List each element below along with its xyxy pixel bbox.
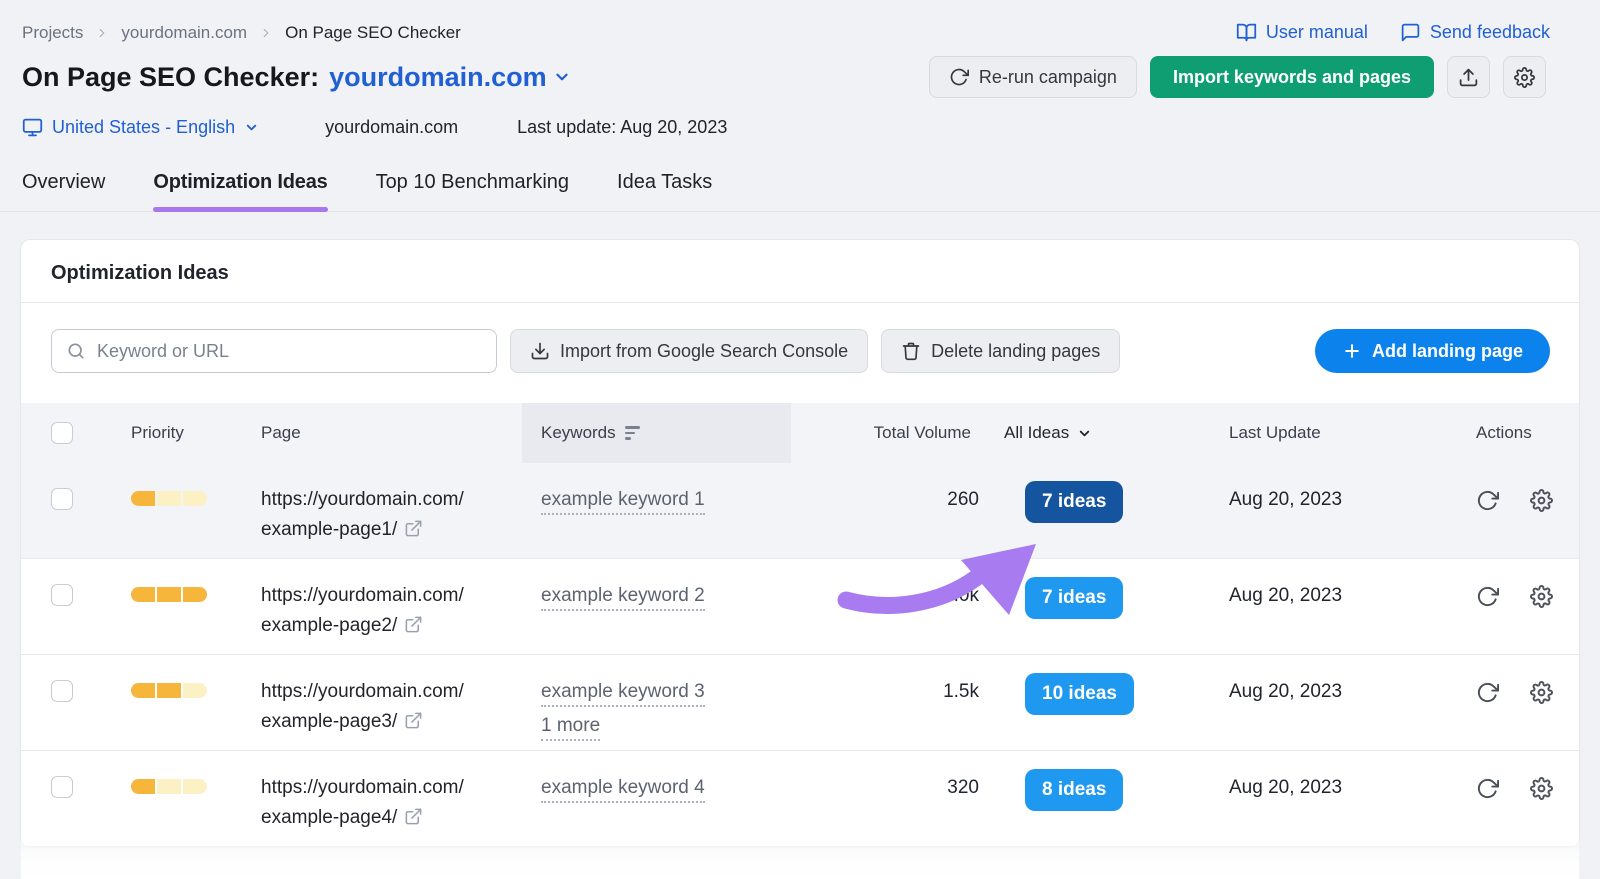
column-total-volume: Total Volume xyxy=(873,423,971,442)
refresh-row-icon[interactable] xyxy=(1476,777,1499,800)
total-volume-value: 1.0k xyxy=(943,585,979,606)
select-all-checkbox[interactable] xyxy=(51,422,73,444)
page-url: https://yourdomain.com/example-page3/ xyxy=(261,681,464,732)
total-volume-value: 1.5k xyxy=(943,681,979,702)
chevron-down-icon xyxy=(1077,426,1092,441)
upload-icon xyxy=(1458,67,1479,88)
row-checkbox[interactable] xyxy=(51,680,73,702)
search-icon xyxy=(66,341,86,361)
ideas-count-button[interactable]: 7 ideas xyxy=(1025,577,1124,619)
trash-icon xyxy=(901,341,921,361)
breadcrumb-separator-icon xyxy=(95,26,109,40)
last-update-value: Aug 20, 2023 xyxy=(1229,681,1343,702)
page-url: https://yourdomain.com/example-page4/ xyxy=(261,777,464,828)
panel-title: Optimization Ideas xyxy=(21,240,1579,303)
external-link-icon[interactable] xyxy=(404,711,423,730)
priority-bar xyxy=(131,587,207,602)
external-link-icon[interactable] xyxy=(404,519,423,538)
import-keywords-button[interactable]: Import keywords and pages xyxy=(1149,56,1434,98)
column-priority: Priority xyxy=(131,423,184,442)
chat-bubble-icon xyxy=(1400,22,1421,43)
plus-icon xyxy=(1342,341,1362,361)
project-domain-dropdown[interactable]: yourdomain.com xyxy=(329,62,571,93)
refresh-row-icon[interactable] xyxy=(1476,681,1499,704)
tab-optimization-ideas[interactable]: Optimization Ideas xyxy=(153,171,328,212)
campaign-domain: yourdomain.com xyxy=(325,117,459,137)
import-gsc-button[interactable]: Import from Google Search Console xyxy=(510,329,869,373)
column-actions: Actions xyxy=(1476,423,1532,442)
campaign-settings-button[interactable] xyxy=(1503,56,1546,98)
priority-bar xyxy=(131,779,207,794)
breadcrumb-separator-icon xyxy=(259,26,273,40)
keyword-link[interactable]: example keyword 2 xyxy=(541,583,705,611)
last-update-value: Aug 20, 2023 xyxy=(1229,585,1343,606)
last-update-text: Last update: Aug 20, 2023 xyxy=(517,117,728,137)
export-button[interactable] xyxy=(1447,56,1490,98)
search-input[interactable] xyxy=(97,340,482,362)
row-settings-gear-icon[interactable] xyxy=(1530,681,1553,704)
ideas-count-button[interactable]: 8 ideas xyxy=(1025,769,1124,811)
book-icon xyxy=(1236,22,1257,43)
row-checkbox[interactable] xyxy=(51,776,73,798)
page-title: On Page SEO Checker: yourdomain.com xyxy=(22,62,571,93)
delete-landing-pages-button[interactable]: Delete landing pages xyxy=(881,329,1121,373)
refresh-row-icon[interactable] xyxy=(1476,585,1499,608)
table-row: https://yourdomain.com/example-page1/ ex… xyxy=(21,463,1579,559)
last-update-value: Aug 20, 2023 xyxy=(1229,489,1343,510)
external-link-icon[interactable] xyxy=(404,615,423,634)
total-volume-value: 260 xyxy=(947,489,979,510)
gear-icon xyxy=(1514,67,1535,88)
ideas-filter-dropdown[interactable]: All Ideas xyxy=(987,403,1219,463)
external-link-icon[interactable] xyxy=(404,807,423,826)
sort-descending-icon xyxy=(624,426,641,440)
send-feedback-link[interactable]: Send feedback xyxy=(1400,22,1550,43)
chevron-down-icon xyxy=(553,68,571,86)
column-last-update: Last Update xyxy=(1229,423,1321,442)
ideas-count-button[interactable]: 10 ideas xyxy=(1025,673,1134,715)
column-keywords[interactable]: Keywords xyxy=(522,403,791,463)
table-header: Priority Page Keywords Total Volume All … xyxy=(21,403,1579,463)
priority-bar xyxy=(131,491,207,506)
row-settings-gear-icon[interactable] xyxy=(1530,777,1553,800)
rerun-campaign-button[interactable]: Re-run campaign xyxy=(928,56,1137,98)
row-checkbox[interactable] xyxy=(51,584,73,606)
tab-bar: Overview Optimization Ideas Top 10 Bench… xyxy=(0,171,1600,212)
table-row: https://yourdomain.com/example-page4/ ex… xyxy=(21,751,1579,847)
ideas-count-button[interactable]: 7 ideas xyxy=(1025,481,1124,523)
tab-top10-benchmarking[interactable]: Top 10 Benchmarking xyxy=(376,171,569,211)
monitor-icon xyxy=(22,117,43,138)
more-keywords-link[interactable]: 1 more xyxy=(541,713,601,741)
refresh-row-icon[interactable] xyxy=(1476,489,1499,512)
optimization-ideas-panel: Optimization Ideas Import from Google Se… xyxy=(20,239,1580,848)
refresh-icon xyxy=(949,67,969,87)
row-settings-gear-icon[interactable] xyxy=(1530,585,1553,608)
user-manual-link[interactable]: User manual xyxy=(1236,22,1368,43)
locale-dropdown[interactable]: United States - English xyxy=(22,117,259,138)
row-checkbox[interactable] xyxy=(51,488,73,510)
keyword-link[interactable]: example keyword 4 xyxy=(541,775,705,803)
table-row: https://yourdomain.com/example-page2/ ex… xyxy=(21,559,1579,655)
table-row: https://yourdomain.com/example-page3/ ex… xyxy=(21,655,1579,751)
column-page: Page xyxy=(261,423,301,442)
breadcrumb-current: On Page SEO Checker xyxy=(285,22,461,42)
keyword-link[interactable]: example keyword 1 xyxy=(541,487,705,515)
download-icon xyxy=(530,341,550,361)
chevron-down-icon xyxy=(244,120,259,135)
keyword-link[interactable]: example keyword 3 xyxy=(541,679,705,707)
page-url: https://yourdomain.com/example-page2/ xyxy=(261,585,464,636)
breadcrumb-projects[interactable]: Projects xyxy=(22,23,83,43)
breadcrumb: Projects yourdomain.com On Page SEO Chec… xyxy=(22,23,461,43)
last-update-value: Aug 20, 2023 xyxy=(1229,777,1343,798)
tab-idea-tasks[interactable]: Idea Tasks xyxy=(617,171,712,211)
tab-overview[interactable]: Overview xyxy=(22,171,105,211)
add-landing-page-button[interactable]: Add landing page xyxy=(1315,329,1550,373)
page-url: https://yourdomain.com/example-page1/ xyxy=(261,489,464,540)
breadcrumb-domain[interactable]: yourdomain.com xyxy=(121,23,247,43)
search-box xyxy=(51,329,497,373)
priority-bar xyxy=(131,683,207,698)
total-volume-value: 320 xyxy=(947,777,979,798)
row-settings-gear-icon[interactable] xyxy=(1530,489,1553,512)
